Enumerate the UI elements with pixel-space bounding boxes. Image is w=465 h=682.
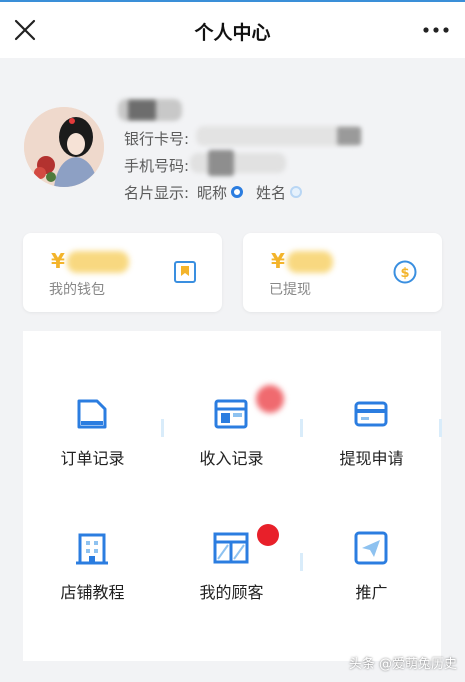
- menu-label: 我的顾客: [199, 583, 264, 602]
- customers-panel-icon: [213, 532, 249, 564]
- withdrawn-currency: ¥: [271, 249, 285, 273]
- my-wallet-card[interactable]: ¥ 我的钱包: [23, 233, 222, 312]
- page-title: 个人中心: [194, 22, 271, 44]
- phone-label: 手机号码:: [124, 157, 190, 175]
- menu-item-shop-tutorial[interactable]: 店铺教程: [23, 529, 162, 649]
- send-plane-icon: [354, 531, 388, 565]
- card-display-label: 名片显示:: [124, 184, 190, 202]
- notification-badge: [256, 385, 284, 413]
- divider: [300, 419, 303, 437]
- menu-label: 推广: [355, 583, 388, 602]
- shop-building-icon: [76, 533, 108, 565]
- avatar[interactable]: [24, 107, 104, 187]
- menu-item-withdraw-request[interactable]: 提现申请: [302, 395, 441, 515]
- withdraw-card-icon: [354, 401, 388, 427]
- masked-phone-number: [190, 153, 286, 173]
- withdrawn-card[interactable]: ¥ 已提现 $: [243, 233, 442, 312]
- masked-phone-dark: [208, 150, 234, 176]
- realname-option-label[interactable]: 姓名: [256, 182, 286, 203]
- wallet-label: 我的钱包: [49, 282, 105, 298]
- menu-label: 店铺教程: [60, 583, 125, 602]
- menu-label: 收入记录: [199, 449, 264, 468]
- notification-badge: [257, 524, 279, 546]
- nickname-radio-selected[interactable]: [231, 186, 243, 198]
- menu-label: 订单记录: [60, 449, 125, 468]
- masked-bank-card-tail: [337, 127, 361, 145]
- menu-item-income-record[interactable]: 收入记录: [162, 395, 301, 515]
- masked-wallet-amount: [67, 251, 129, 273]
- menu-item-order-record[interactable]: 订单记录: [23, 395, 162, 515]
- realname-radio[interactable]: [290, 186, 302, 198]
- income-record-icon: [214, 399, 248, 429]
- divider: [161, 419, 164, 437]
- feature-grid: 订单记录 收入记录 提现申请 店铺教程 我的顾客 推广: [23, 331, 442, 661]
- withdrawn-label: 已提现: [269, 282, 311, 298]
- masked-withdrawn-amount: [287, 251, 333, 273]
- dollar-coin-icon: $: [393, 260, 417, 284]
- menu-item-promotion[interactable]: 推广: [302, 529, 441, 649]
- more-options-icon[interactable]: [421, 18, 451, 42]
- svg-text:$: $: [400, 266, 409, 281]
- divider: [439, 419, 442, 437]
- header-bar: 个人中心: [0, 2, 465, 58]
- bank-card-label: 银行卡号:: [124, 130, 190, 148]
- watermark: 头条 @爱萌兔历史: [348, 657, 457, 672]
- menu-item-my-customers[interactable]: 我的顾客: [162, 529, 301, 649]
- nickname-option-label[interactable]: 昵称: [197, 182, 227, 203]
- wallet-currency: ¥: [51, 249, 65, 273]
- masked-nickname-dark: [128, 100, 156, 120]
- menu-label: 提现申请: [339, 449, 404, 468]
- avatar-illustration: [24, 107, 104, 187]
- divider: [300, 553, 303, 571]
- order-record-icon: [77, 399, 107, 429]
- bookmark-icon: [174, 261, 196, 283]
